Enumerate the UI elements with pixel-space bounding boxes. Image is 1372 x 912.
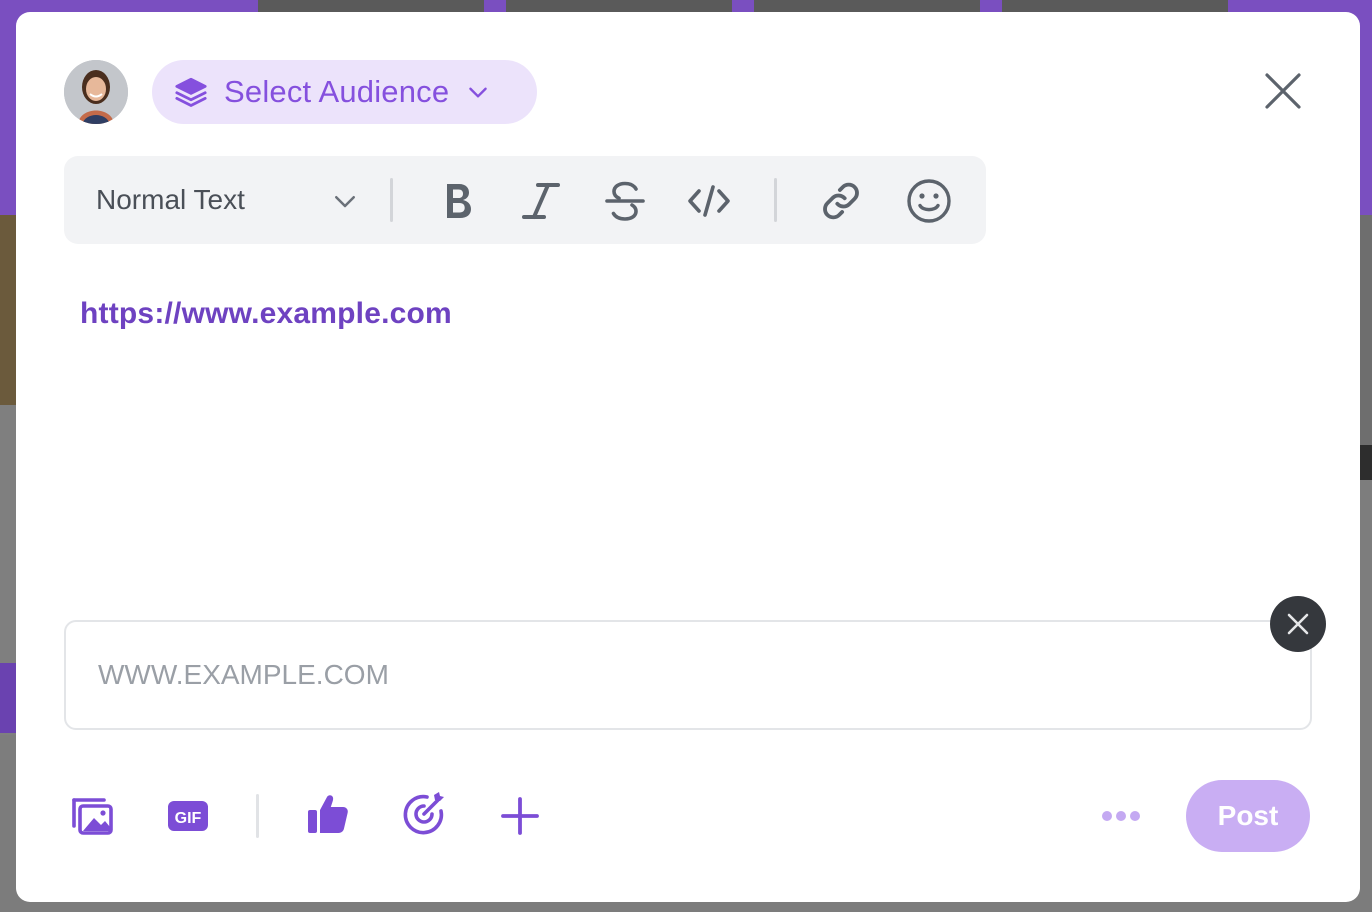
add-more-button[interactable]	[496, 792, 544, 840]
code-button[interactable]	[686, 178, 732, 224]
action-divider	[256, 794, 259, 838]
bold-icon	[447, 184, 471, 218]
select-audience-button[interactable]: Select Audience	[152, 60, 537, 124]
text-style-label: Normal Text	[96, 184, 245, 215]
italic-button[interactable]	[518, 178, 564, 224]
link-url-input[interactable]	[64, 620, 1312, 730]
link-button[interactable]	[818, 178, 864, 224]
close-icon	[1265, 73, 1301, 109]
formatting-toolbar: Normal Text	[64, 156, 986, 244]
layers-icon	[174, 75, 208, 109]
select-audience-label: Select Audience	[224, 74, 450, 109]
strikethrough-button[interactable]	[602, 178, 648, 224]
add-media-button[interactable]	[68, 792, 116, 840]
plus-icon	[501, 797, 539, 835]
chevron-down-icon	[330, 186, 360, 216]
image-gallery-icon	[72, 798, 113, 835]
text-style-dropdown[interactable]: Normal Text	[64, 156, 384, 244]
target-icon	[403, 792, 444, 835]
bold-button[interactable]	[434, 178, 480, 224]
gif-icon: GIF	[168, 801, 208, 831]
avatar	[64, 60, 128, 124]
background-card	[1360, 215, 1372, 480]
background-card	[0, 215, 16, 735]
kudos-button[interactable]	[304, 790, 352, 838]
post-composer-modal: Select Audience Normal Text https://www.…	[16, 12, 1360, 902]
toolbar-divider	[774, 178, 777, 222]
italic-icon	[522, 183, 560, 219]
link-icon	[823, 182, 859, 220]
emoji-button[interactable]	[906, 178, 952, 224]
more-dots-icon	[1102, 811, 1140, 821]
post-button[interactable]: Post	[1186, 780, 1310, 852]
more-options-button[interactable]	[1097, 792, 1145, 840]
remove-link-preview-button[interactable]	[1270, 596, 1326, 652]
background-image	[1360, 445, 1372, 480]
chevron-down-icon	[465, 79, 491, 105]
smile-icon	[907, 179, 951, 223]
editor-content-link[interactable]: https://www.example.com	[80, 297, 452, 331]
toolbar-divider	[390, 178, 393, 222]
thumbs-up-icon	[308, 795, 348, 833]
code-icon	[688, 185, 730, 217]
add-gif-button[interactable]: GIF	[164, 792, 212, 840]
close-button[interactable]	[1260, 68, 1306, 114]
svg-text:GIF: GIF	[175, 810, 202, 827]
background-image	[0, 215, 16, 405]
close-icon	[1287, 613, 1309, 635]
goal-button[interactable]	[400, 790, 448, 838]
strikethrough-icon	[605, 181, 645, 221]
background-button	[0, 663, 16, 733]
